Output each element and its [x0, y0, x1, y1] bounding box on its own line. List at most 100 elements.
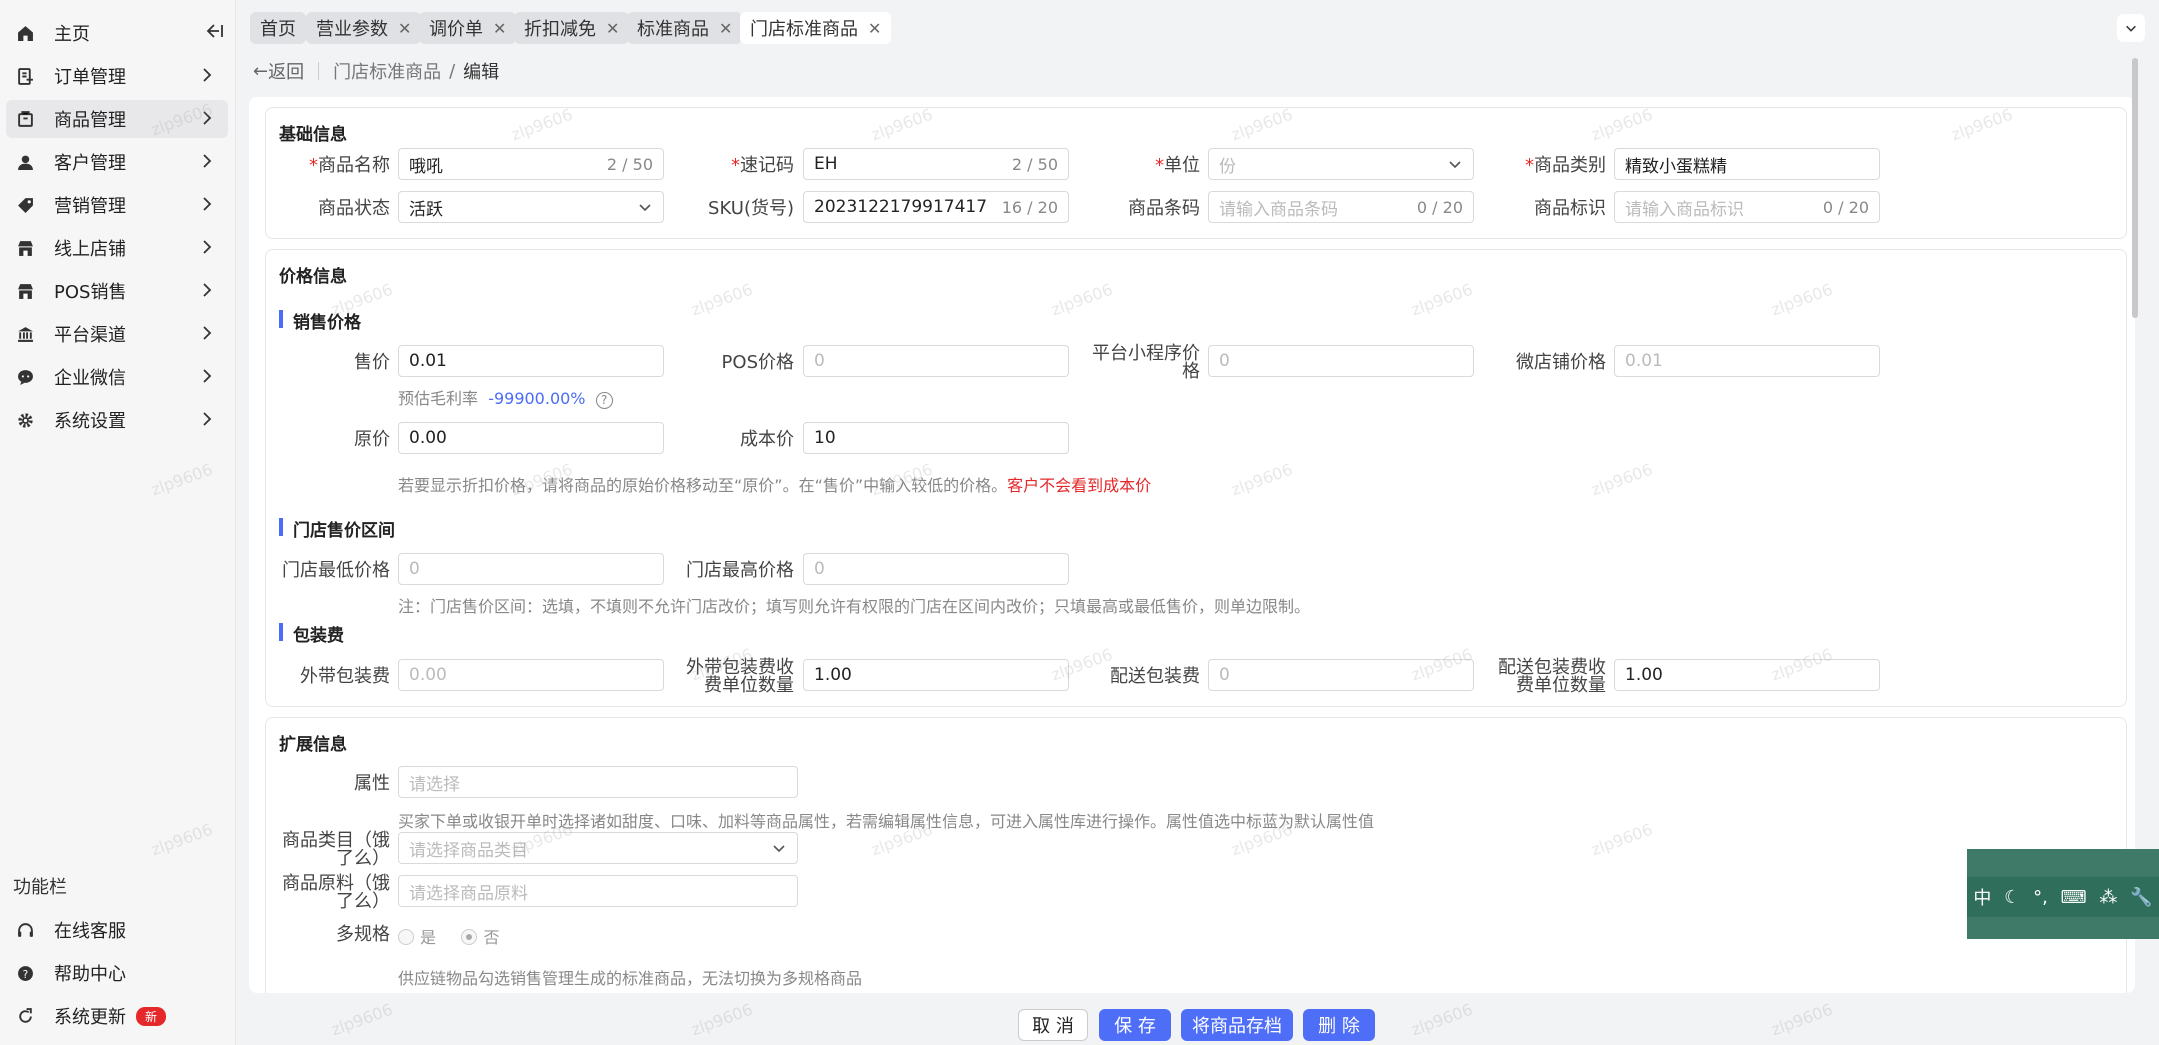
- mark-input[interactable]: 请输入商品标识 0 / 20: [1614, 191, 1880, 223]
- min-price-input[interactable]: 0: [398, 553, 664, 585]
- cost-price-input[interactable]: 10: [803, 422, 1069, 454]
- price-input[interactable]: 0.01: [398, 345, 664, 377]
- sidebar-item-label: 营销管理: [54, 196, 126, 217]
- moon-icon[interactable]: ☾: [2004, 887, 2020, 908]
- breadcrumb-parent[interactable]: 门店标准商品: [333, 58, 441, 84]
- sidebar-item-settings[interactable]: 系统设置: [6, 401, 228, 439]
- spec-yes-radio[interactable]: 是: [398, 928, 436, 947]
- sidebar-item-marketing[interactable]: 营销管理: [6, 186, 228, 224]
- attribute-select[interactable]: 请选择: [398, 766, 798, 798]
- original-price-input[interactable]: 0.00: [398, 422, 664, 454]
- sidebar-item-wecom[interactable]: 企业微信: [6, 358, 228, 396]
- bank-icon: [16, 325, 34, 343]
- sidebar-item-label: 帮助中心: [54, 964, 126, 985]
- close-icon[interactable]: ✕: [868, 19, 881, 38]
- sidebar-item-online-service[interactable]: 在线客服: [6, 911, 228, 949]
- sidebar-item-label: 主页: [54, 24, 90, 45]
- multi-spec-label: 多规格: [336, 924, 390, 945]
- mini-program-price-input[interactable]: 0: [1208, 345, 1474, 377]
- sku-input[interactable]: 2023122179917417 16 / 20: [803, 191, 1069, 223]
- delivery-fee-input[interactable]: 0: [1208, 659, 1474, 691]
- barcode-input[interactable]: 请输入商品条码 0 / 20: [1208, 191, 1474, 223]
- tab-discount[interactable]: 折扣减免 ✕: [514, 12, 630, 44]
- sidebar-item-label: 系统更新: [54, 1007, 126, 1028]
- spec-no-radio[interactable]: 否: [461, 928, 499, 947]
- edit-form: 基础信息 *商品名称 哦吼 2 / 50 *速记码 EH 2 / 50 *单位 份 …: [249, 97, 2135, 993]
- tab-standard-products[interactable]: 标准商品 ✕: [627, 12, 743, 44]
- ime-language-toggle[interactable]: 中: [1973, 884, 1991, 910]
- tab-label: 营业参数: [316, 19, 388, 40]
- punctuation-icon[interactable]: °,: [2033, 887, 2048, 908]
- delete-button[interactable]: 删 除: [1303, 1009, 1375, 1041]
- watermark: zlp9606: [1408, 999, 1476, 1040]
- tab-store-standard-products[interactable]: 门店标准商品 ✕: [740, 12, 892, 44]
- sidebar-item-label: 商品管理: [54, 110, 126, 131]
- delivery-unit-input[interactable]: 1.00: [1614, 659, 1880, 691]
- skin-icon[interactable]: ⁂: [2099, 887, 2117, 908]
- eleme-material-select[interactable]: 请选择商品原料: [398, 875, 798, 907]
- max-price-label: 门店最高价格: [686, 560, 794, 581]
- cost-price-label: 成本价: [740, 429, 794, 450]
- micro-store-price-input[interactable]: 0.01: [1614, 345, 1880, 377]
- home-icon: [16, 24, 34, 42]
- eleme-material-label: 商品原料（饿 了么）: [282, 873, 390, 912]
- sidebar-item-home[interactable]: 主页: [6, 14, 228, 52]
- scrollbar[interactable]: [2132, 58, 2138, 318]
- status-select[interactable]: 活跃: [398, 191, 664, 223]
- pos-price-label: POS价格: [721, 352, 794, 373]
- eleme-category-select[interactable]: 请选择商品类目: [398, 832, 798, 864]
- attribute-note: 买家下单或收银开单时选择诸如甜度、口味、加料等商品属性，若需编辑属性信息，可进入…: [398, 812, 1375, 831]
- pos-price-input[interactable]: 0: [803, 345, 1069, 377]
- tab-home[interactable]: 首页: [250, 12, 306, 44]
- keyboard-icon[interactable]: ⌨: [2061, 887, 2087, 908]
- chevron-down-icon: [1449, 161, 1461, 169]
- close-icon[interactable]: ✕: [493, 19, 506, 38]
- takeout-unit-input[interactable]: 1.00: [803, 659, 1069, 691]
- watermark: zlp9606: [328, 999, 396, 1040]
- help-icon: ?: [16, 964, 34, 982]
- min-price-label: 门店最低价格: [282, 560, 390, 581]
- char-counter: 2 / 50: [1011, 154, 1058, 174]
- takeout-fee-input[interactable]: 0.00: [398, 659, 664, 691]
- wrench-icon[interactable]: 🔧: [2130, 887, 2152, 908]
- pos-store-icon: [16, 282, 34, 300]
- sidebar-item-pos[interactable]: POS销售: [6, 272, 228, 310]
- sidebar-item-label: 订单管理: [54, 67, 126, 88]
- sidebar-item-help[interactable]: ? 帮助中心: [6, 954, 228, 992]
- char-counter: 16 / 20: [1001, 197, 1058, 217]
- tab-business-params[interactable]: 营业参数 ✕: [306, 12, 422, 44]
- sidebar-item-channels[interactable]: 平台渠道: [6, 315, 228, 353]
- delivery-fee-label: 配送包装费: [1110, 666, 1200, 687]
- price-range-note: 注：门店售价区间：选填，不填则不允许门店改价；填写则允许有权限的门店在区间内改价…: [398, 597, 1311, 616]
- unit-select[interactable]: 份: [1208, 148, 1474, 180]
- product-name-input[interactable]: 哦吼 2 / 50: [398, 148, 664, 180]
- back-button[interactable]: ← 返回: [253, 58, 304, 84]
- category-input[interactable]: 精致小蛋糕精: [1614, 148, 1880, 180]
- tab-label: 标准商品: [637, 19, 709, 40]
- sidebar-item-update[interactable]: 系统更新 新: [6, 997, 228, 1035]
- sidebar-item-orders[interactable]: 订单管理: [6, 57, 228, 95]
- ime-toolbar: 中 ☾ °, ⌨ ⁂ 🔧: [1967, 849, 2159, 939]
- cancel-button[interactable]: 取 消: [1018, 1009, 1088, 1041]
- question-icon[interactable]: ?: [595, 392, 613, 409]
- tab-price-adjust[interactable]: 调价单 ✕: [419, 12, 517, 44]
- close-icon[interactable]: ✕: [719, 19, 732, 38]
- headset-icon: [16, 921, 34, 939]
- quick-code-input[interactable]: EH 2 / 50: [803, 148, 1069, 180]
- breadcrumb: ← 返回 门店标准商品 / 编辑: [253, 58, 499, 84]
- sidebar-item-label: POS销售: [54, 282, 127, 303]
- char-counter: 2 / 50: [606, 154, 653, 174]
- close-icon[interactable]: ✕: [398, 19, 411, 38]
- tab-menu-button[interactable]: [2117, 14, 2145, 42]
- price-hint: 若要显示折扣价格，请将商品的原始价格移动至“原价”。在“售价”中输入较低的价格。…: [398, 476, 1152, 495]
- chevron-right-icon: [203, 369, 212, 383]
- max-price-input[interactable]: 0: [803, 553, 1069, 585]
- collapse-sidebar-icon[interactable]: [205, 22, 225, 40]
- archive-button[interactable]: 将商品存档: [1181, 1009, 1293, 1041]
- sidebar-item-products[interactable]: 商品管理: [6, 100, 228, 138]
- user-icon: [16, 153, 34, 171]
- save-button[interactable]: 保 存: [1099, 1009, 1171, 1041]
- sidebar-item-online-store[interactable]: 线上店铺: [6, 229, 228, 267]
- sidebar-item-customers[interactable]: 客户管理: [6, 143, 228, 181]
- close-icon[interactable]: ✕: [606, 19, 619, 38]
